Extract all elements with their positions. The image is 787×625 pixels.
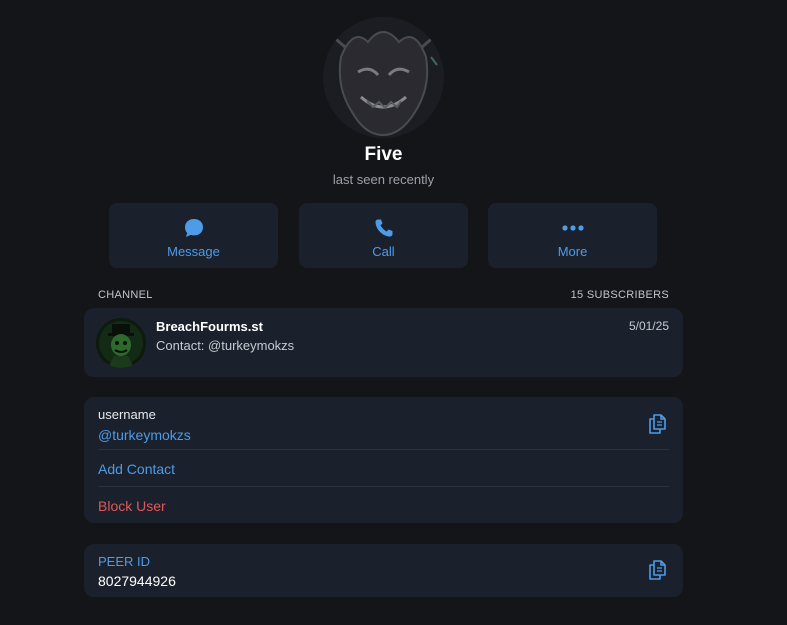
channel-section-header: CHANNEL [98, 289, 153, 301]
more-button[interactable]: More [488, 203, 657, 268]
username-value[interactable]: @turkeymokzs [98, 427, 191, 443]
copy-icon [649, 560, 666, 580]
peer-id-card: PEER ID 8027944926 [84, 544, 683, 597]
channel-name: BreachFourms.st [156, 319, 263, 334]
peer-id-value: 8027944926 [98, 573, 176, 589]
divider [98, 449, 669, 450]
peer-id-label: PEER ID [98, 554, 151, 569]
message-button[interactable]: Message [109, 203, 278, 268]
channel-card[interactable]: BreachFourms.st Contact: @turkeymokzs 5/… [84, 308, 683, 377]
message-bubble-icon [184, 219, 203, 237]
user-info-card: username @turkeymokzs Add Contact Block … [84, 397, 683, 523]
channel-description: Contact: @turkeymokzs [156, 338, 295, 353]
more-dots-icon [561, 225, 584, 231]
message-label: Message [167, 244, 220, 259]
profile-avatar[interactable] [323, 17, 444, 138]
subscriber-count: 15 SUBSCRIBERS [570, 289, 669, 301]
avatar-image [323, 17, 444, 138]
call-label: Call [372, 244, 395, 259]
channel-avatar [96, 318, 146, 368]
profile-status: last seen recently [332, 172, 435, 187]
phone-icon [375, 219, 392, 237]
copy-icon [649, 414, 666, 434]
username-label: username [98, 407, 156, 422]
channel-avatar-image [96, 318, 146, 368]
copy-username-button[interactable] [645, 412, 669, 436]
block-user-button[interactable]: Block User [98, 498, 166, 514]
channel-date: 5/01/25 [628, 319, 669, 333]
add-contact-button[interactable]: Add Contact [98, 461, 175, 477]
more-label: More [557, 244, 588, 259]
profile-name: Five [364, 144, 403, 165]
divider [98, 486, 669, 487]
call-button[interactable]: Call [299, 203, 468, 268]
copy-peer-id-button[interactable] [645, 558, 669, 582]
